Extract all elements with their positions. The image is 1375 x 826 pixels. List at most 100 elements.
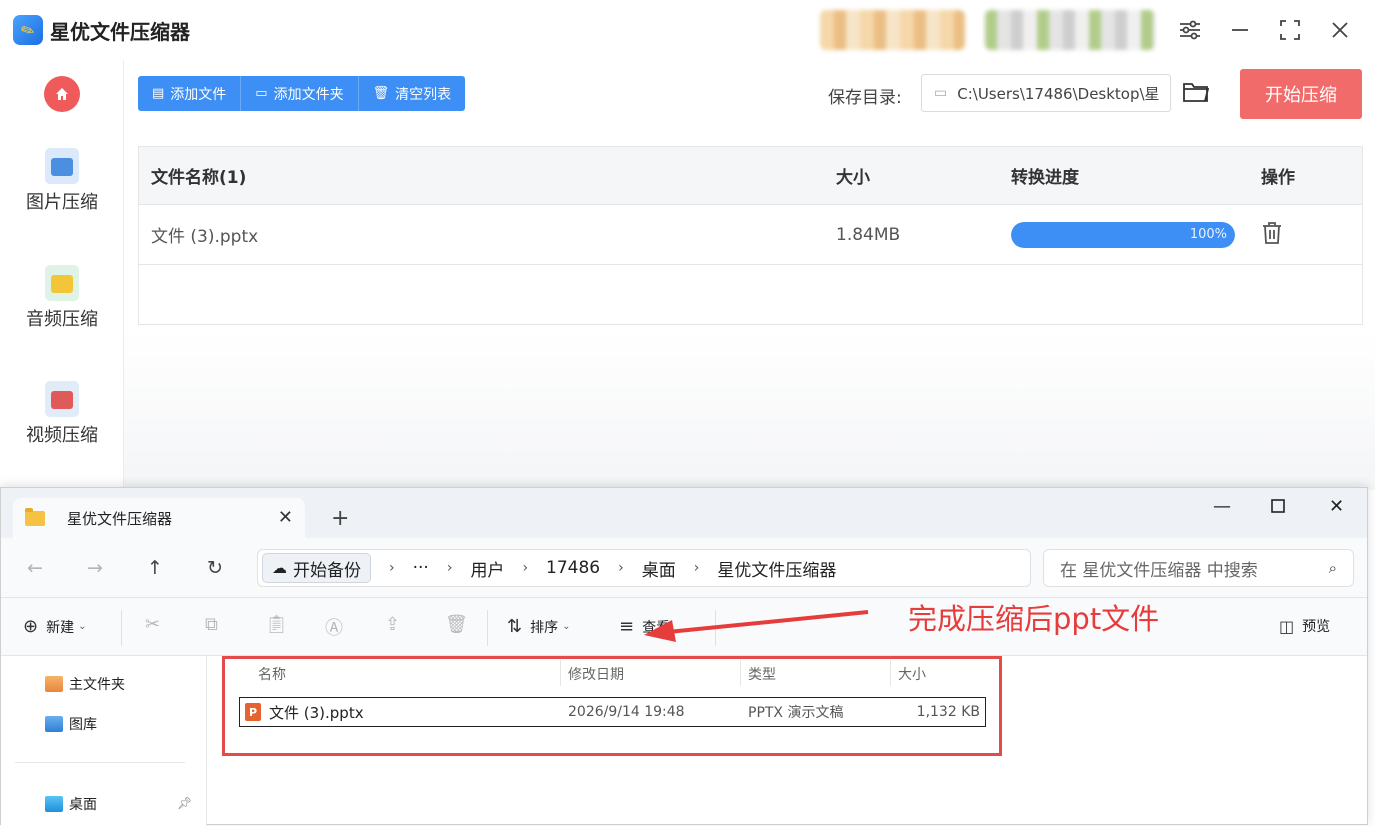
breadcrumb-user[interactable]: 17486 (546, 558, 600, 578)
explorer-minimize-icon[interactable]: — (1213, 496, 1231, 517)
blurred-user-info (985, 10, 1155, 50)
home-button[interactable] (44, 76, 80, 112)
share-icon[interactable]: ⇪ (385, 614, 400, 635)
clear-list-button[interactable]: 🗑︎ 清空列表 (359, 76, 466, 111)
file-table: 文件名称(1) 大小 转换进度 操作 文件 (3).pptx 1.84MB 10… (138, 146, 1363, 325)
gallery-icon (45, 716, 63, 732)
divider (15, 762, 185, 763)
preview-label: 预览 (1302, 619, 1331, 635)
preview-button[interactable]: ◫ 预览 (1279, 616, 1330, 636)
desktop-icon (45, 796, 63, 812)
rename-icon[interactable]: Ⓐ (325, 614, 343, 640)
file-icon: ▤ (152, 86, 165, 101)
nav-item-desktop[interactable]: 桌面 (45, 794, 97, 814)
backup-label: 开始备份 (293, 560, 361, 581)
explorer-maximize-icon[interactable] (1271, 497, 1285, 518)
app-title: 星优文件压缩器 (50, 20, 190, 44)
cut-icon[interactable]: ✂ (145, 614, 160, 635)
breadcrumb-current[interactable]: 星优文件压缩器 (717, 556, 836, 581)
col-filename: 文件名称(1) (151, 168, 247, 188)
divider (715, 610, 716, 646)
search-placeholder: 在 星优文件压缩器 中搜索 (1060, 560, 1258, 581)
home-folder-icon (45, 676, 63, 692)
folder-icon: ▭ (255, 86, 268, 101)
clear-list-label: 清空列表 (395, 86, 452, 103)
chevron-down-icon: ⌄ (562, 621, 571, 632)
sidebar-item-video[interactable]: 视频压缩 (0, 381, 124, 447)
address-input[interactable]: ☁ 开始备份 › ··· › 用户 › 17486 › 桌面 › 星优文件压缩器 (257, 549, 1031, 587)
sidebar-item-audio[interactable]: 音频压缩 (0, 265, 124, 331)
trash-icon: 🗑︎ (372, 86, 390, 101)
close-icon[interactable] (1326, 16, 1354, 44)
folder-icon (25, 507, 45, 526)
add-folder-button[interactable]: ▭ 添加文件夹 (241, 76, 359, 111)
sidebar-item-label: 图片压缩 (26, 192, 98, 213)
chevron-right-icon: › (522, 560, 529, 576)
folder-outline-icon: ▭ (934, 85, 948, 101)
add-folder-label: 添加文件夹 (273, 86, 344, 103)
breadcrumb-more[interactable]: ··· (413, 558, 429, 578)
image-file-icon (45, 148, 79, 184)
file-toolbar: ▤ 添加文件 ▭ 添加文件夹 🗑︎ 清空列表 (138, 76, 466, 111)
up-arrow-icon[interactable]: ↑ (147, 557, 163, 579)
col-progress: 转换进度 (1011, 168, 1079, 188)
progress-label: 100% (1189, 227, 1227, 242)
browse-folder-icon[interactable] (1182, 80, 1210, 106)
search-input[interactable]: 在 星优文件压缩器 中搜索 ⌕ (1043, 549, 1354, 587)
breadcrumb-desktop[interactable]: 桌面 (642, 556, 676, 581)
start-compress-button[interactable]: 开始压缩 (1240, 69, 1362, 119)
new-label: 新建 (46, 619, 75, 636)
refresh-icon[interactable]: ↻ (207, 557, 223, 579)
progress-bar: 100% (1011, 222, 1235, 248)
plus-circle-icon: ⊕ (23, 616, 39, 637)
save-dir-label: 保存目录: (828, 88, 902, 108)
delete-icon[interactable]: 🗑︎ (445, 614, 468, 635)
app-titlebar: ✎ 星优文件压缩器 (0, 0, 1375, 60)
app-sidebar: 图片压缩 音频压缩 视频压缩 (0, 60, 124, 490)
tab-close-icon[interactable]: ✕ (278, 507, 293, 528)
nav-item-label: 图库 (69, 717, 97, 733)
nav-item-gallery[interactable]: 图库 (45, 714, 97, 734)
explorer-tab-title: 星优文件压缩器 (67, 509, 173, 528)
forward-arrow-icon[interactable]: → (87, 557, 103, 579)
pin-icon[interactable]: 📌︎ (177, 796, 192, 810)
sidebar-item-image[interactable]: 图片压缩 (0, 148, 124, 214)
app-logo-icon: ✎ (13, 15, 43, 45)
annotation-highlight-box (222, 656, 1002, 756)
audio-file-icon (45, 265, 79, 301)
view-button[interactable]: ≡ 查看 (619, 616, 670, 637)
breadcrumb-users[interactable]: 用户 (470, 556, 504, 581)
view-list-icon: ≡ (619, 616, 635, 637)
explorer-close-icon[interactable]: ✕ (1329, 496, 1344, 517)
sort-icon: ⇅ (507, 616, 523, 637)
cloud-backup-icon: ☁ (272, 559, 287, 577)
new-button[interactable]: ⊕ 新建 ⌄ (23, 616, 86, 637)
backup-button[interactable]: ☁ 开始备份 (262, 553, 371, 583)
new-tab-icon[interactable]: + (331, 506, 349, 531)
minimize-icon[interactable] (1226, 16, 1254, 44)
explorer-nav-pane: 主文件夹 图库 桌面 📌︎ (1, 656, 207, 826)
delete-row-icon[interactable] (1261, 221, 1285, 247)
add-file-button[interactable]: ▤ 添加文件 (138, 76, 242, 111)
copy-icon[interactable]: ⧉ (205, 614, 218, 635)
chevron-down-icon: ⌄ (78, 621, 87, 632)
nav-item-home[interactable]: 主文件夹 (45, 674, 125, 694)
row-size: 1.84MB (836, 224, 901, 245)
divider (487, 610, 488, 646)
save-dir-input[interactable]: ▭ C:\Users\17486\Desktop\星 (921, 74, 1171, 112)
search-icon: ⌕ (1328, 559, 1337, 577)
paste-icon[interactable]: 📋︎ (265, 614, 288, 635)
nav-item-label: 桌面 (69, 797, 97, 813)
video-file-icon (45, 381, 79, 417)
nav-item-label: 主文件夹 (69, 677, 125, 693)
home-icon (56, 88, 68, 100)
explorer-command-bar: ⊕ 新建 ⌄ ✂ ⧉ 📋︎ Ⓐ ⇪ 🗑︎ ⇅ 排序 ⌄ ≡ 查看 ◫ 预览 (1, 598, 1367, 656)
preview-pane-icon: ◫ (1279, 616, 1295, 636)
maximize-icon[interactable] (1276, 16, 1304, 44)
settings-sliders-icon[interactable] (1176, 16, 1204, 44)
col-actions: 操作 (1261, 168, 1295, 188)
sort-button[interactable]: ⇅ 排序 ⌄ (507, 616, 570, 637)
explorer-tab[interactable]: 星优文件压缩器 ✕ (13, 498, 305, 538)
view-label: 查看 (642, 619, 671, 636)
back-arrow-icon[interactable]: ← (27, 557, 43, 579)
